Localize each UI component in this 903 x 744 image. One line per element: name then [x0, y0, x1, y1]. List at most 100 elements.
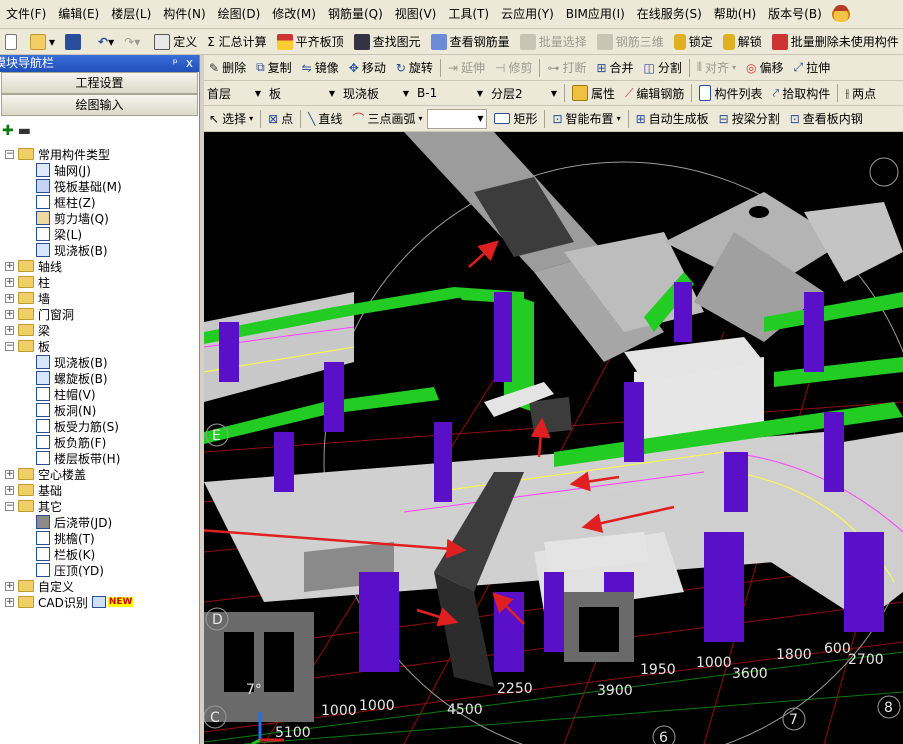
align-button[interactable]: ⫴ 对齐 ▾ [692, 56, 741, 80]
find-element-button[interactable]: 查找图元 [349, 30, 426, 54]
expand-icon[interactable]: + [5, 309, 14, 319]
open-file-button[interactable]: ▾ [25, 30, 60, 54]
menu-item[interactable]: 在线服务(S) [631, 0, 708, 28]
menu-item[interactable]: 钢筋量(Q) [322, 0, 389, 28]
stretch-button[interactable]: ⤢ 拉伸 [788, 56, 835, 80]
collapse-icon[interactable]: − [5, 341, 14, 351]
delete-button[interactable]: ✎ 删除 [204, 56, 251, 80]
type-select[interactable]: 现浇板 ▼ [340, 83, 412, 103]
tree-item[interactable]: + 空心楼盖 [0, 466, 199, 482]
menu-item[interactable]: 帮助(H) [708, 0, 762, 28]
split-button[interactable]: ◫ 分割 [639, 56, 687, 80]
tree-item[interactable]: 压顶(YD) [0, 562, 199, 578]
break-button[interactable]: ⊶ 打断 [542, 56, 591, 80]
menu-item[interactable]: 绘图(D) [212, 0, 267, 28]
collapse-icon[interactable]: − [5, 501, 14, 511]
undo-button[interactable]: ↶ ▾ [93, 30, 119, 54]
move-button[interactable]: ✥ 移动 [344, 56, 391, 80]
point-button[interactable]: ⊠ 点 [263, 107, 298, 131]
tree-item[interactable]: + 自定义 [0, 578, 199, 594]
expand-icon[interactable]: + [5, 469, 14, 479]
close-icon[interactable]: x [186, 55, 193, 72]
tree-item[interactable]: 挑檐(T) [0, 530, 199, 546]
menu-item[interactable]: 文件(F) [0, 0, 52, 28]
tree-item[interactable]: 柱帽(V) [0, 386, 199, 402]
rectangle-button[interactable]: 矩形 [489, 107, 542, 131]
expand-icon[interactable]: + [5, 325, 14, 335]
extend-button[interactable]: ⇥ 延伸 [443, 56, 490, 80]
two-points-button[interactable]: ⫲ 两点 [840, 81, 881, 105]
menu-item[interactable]: 构件(N) [157, 0, 211, 28]
expand-icon[interactable]: + [5, 261, 14, 271]
view-slab-rebar-button[interactable]: ⊡ 查看板内钢 [785, 107, 868, 131]
expand-icon[interactable]: + [5, 485, 14, 495]
3d-model-canvas[interactable]: 1950 100036001800 60027002250 39001000 1000 4… [204, 132, 903, 744]
menu-item[interactable]: 视图(V) [389, 0, 443, 28]
expand-icon[interactable]: + [5, 597, 14, 607]
tree-item[interactable]: 梁(L) [0, 226, 199, 242]
drawing-input-button[interactable]: 绘图输入 [1, 94, 198, 116]
tree-item[interactable]: 框柱(Z) [0, 194, 199, 210]
copy-button[interactable]: ⧉ 复制 [251, 56, 297, 80]
batch-select-button[interactable]: 批量选择 [515, 30, 592, 54]
trim-button[interactable]: ⊣ 修剪 [490, 56, 537, 80]
tree-item[interactable]: − 其它 [0, 498, 199, 514]
tree-item[interactable]: + 墙 [0, 290, 199, 306]
view-rebar-button[interactable]: 查看钢筋量 [426, 30, 515, 54]
redo-button[interactable]: ↷ ▾ [119, 30, 145, 54]
tree-item[interactable]: − 常用构件类型 [0, 146, 199, 162]
menu-item[interactable]: 修改(M) [266, 0, 322, 28]
smart-layout-button[interactable]: ⊡ 智能布置 ▾ [547, 107, 625, 131]
tree-item[interactable]: 轴网(J) [0, 162, 199, 178]
floor-select[interactable]: 首层 ▼ [204, 83, 264, 103]
tree-item[interactable]: 板洞(N) [0, 402, 199, 418]
tree-item[interactable]: 现浇板(B) [0, 354, 199, 370]
tree-item[interactable]: 剪力墙(Q) [0, 210, 199, 226]
align-slab-top-button[interactable]: 平齐板顶 [272, 30, 349, 54]
tree-item[interactable]: + 轴线 [0, 258, 199, 274]
element-list-button[interactable]: 构件列表 [694, 81, 767, 105]
lock-button[interactable]: 锁定 [669, 30, 718, 54]
tree-item[interactable]: 栏板(K) [0, 546, 199, 562]
save-button[interactable] [60, 30, 89, 54]
sum-calc-button[interactable]: Σ 汇总计算 [202, 30, 271, 54]
mirror-button[interactable]: ⇋ 镜像 [297, 56, 344, 80]
tree-item[interactable]: + 基础 [0, 482, 199, 498]
rebar-3d-button[interactable]: 钢筋三维 [592, 30, 669, 54]
pin-icon[interactable]: ᵖ [173, 55, 178, 72]
tree-item[interactable]: 螺旋板(B) [0, 370, 199, 386]
tree-item[interactable]: 板负筋(F) [0, 434, 199, 450]
menu-item[interactable]: 楼层(L) [105, 0, 157, 28]
arc-option-select[interactable]: ▼ [427, 108, 488, 129]
tree-item[interactable]: + 门窗洞 [0, 306, 199, 322]
tree-item[interactable]: 楼层板带(H) [0, 450, 199, 466]
auto-generate-slab-button[interactable]: ⊞ 自动生成板 [631, 107, 714, 131]
menu-item[interactable]: 编辑(E) [52, 0, 105, 28]
pick-element-button[interactable]: ⤤ 拾取构件 [767, 81, 835, 105]
split-by-beam-button[interactable]: ⊟ 按梁分割 [714, 107, 785, 131]
define-button[interactable]: 定义 [149, 30, 202, 54]
category-select[interactable]: 板 ▼ [266, 83, 338, 103]
tree-item[interactable]: + CAD识别 NEW [0, 594, 199, 610]
expand-icon[interactable]: + [5, 277, 14, 287]
tree-item[interactable]: 筏板基础(M) [0, 178, 199, 194]
batch-delete-unused-button[interactable]: 批量删除未使用构件 [767, 30, 903, 54]
line-button[interactable]: ╲ 直线 [303, 107, 347, 131]
unlock-button[interactable]: 解锁 [718, 30, 767, 54]
3d-viewport[interactable]: 1950 1000 3600 1800 600 2700 2250 3900 1000 1000 4… [204, 132, 903, 744]
collapse-all-icon[interactable]: ▬ [18, 123, 31, 139]
tree-item[interactable]: 板受力筋(S) [0, 418, 199, 434]
menu-item[interactable]: BIM应用(I) [560, 0, 631, 28]
element-name-select[interactable]: B-1 ▼ [414, 83, 486, 103]
rotate-button[interactable]: ↻ 旋转 [391, 56, 438, 80]
offset-button[interactable]: ◎ 偏移 [741, 56, 789, 80]
tree-item[interactable]: + 柱 [0, 274, 199, 290]
menu-item[interactable]: 工具(T) [442, 0, 495, 28]
expand-all-icon[interactable]: ✚ [2, 123, 14, 139]
properties-button[interactable]: 属性 [567, 81, 620, 105]
edit-rebar-button[interactable]: ⟋ 编辑钢筋 [620, 81, 689, 105]
menu-item[interactable]: 版本号(B) [762, 0, 828, 28]
arc-button[interactable]: ⌒ 三点画弧 ▾ [347, 107, 427, 131]
tree-item[interactable]: 现浇板(B) [0, 242, 199, 258]
tree-item[interactable]: 后浇带(JD) [0, 513, 199, 531]
